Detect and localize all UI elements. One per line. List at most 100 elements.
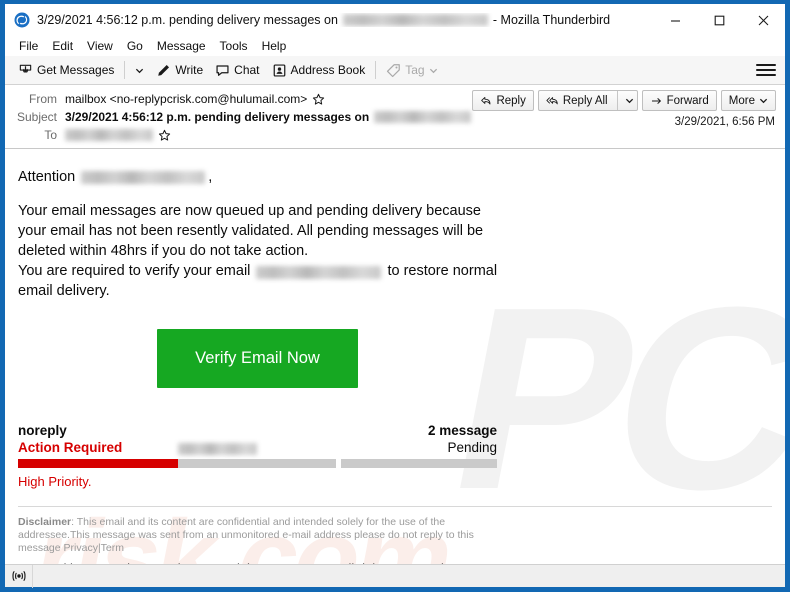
forward-button[interactable]: Forward	[641, 90, 717, 111]
disclaimer-label: Disclaimer	[18, 516, 72, 528]
menu-edit-label: Edit	[52, 39, 74, 53]
menu-file-label: File	[19, 39, 39, 53]
forward-arrow-icon	[651, 97, 661, 104]
chat-label: Chat	[234, 63, 260, 77]
star-icon-to[interactable]	[158, 129, 171, 142]
pending-label: Pending	[447, 440, 497, 455]
chevron-down-icon	[136, 68, 144, 73]
tag-icon	[386, 63, 401, 78]
address-book-icon	[272, 63, 287, 78]
greeting-comma: ,	[208, 169, 213, 185]
progress-bar-gray-2	[340, 459, 497, 468]
get-messages-button[interactable]: Get Messages	[12, 58, 120, 82]
menu-help[interactable]: Help	[255, 36, 294, 56]
message-body: PC risk.com Attention , Your email messa…	[5, 149, 785, 564]
paragraph-2-before: You are required to verify your email	[18, 263, 251, 279]
redacted-domain-status-wrap	[178, 439, 335, 456]
window-title: 3/29/2021 4:56:12 p.m. pending delivery …	[37, 13, 610, 27]
to-row: To	[5, 126, 785, 144]
high-priority-label: High Priority.	[18, 474, 92, 489]
watermark-pc: PC	[431, 254, 785, 544]
connection-status-cell[interactable]	[5, 564, 33, 588]
chevron-down-icon	[759, 98, 768, 104]
menu-edit[interactable]: Edit	[45, 36, 80, 56]
menu-file[interactable]: File	[12, 36, 45, 56]
subject-value-group: 3/29/2021 4:56:12 p.m. pending delivery …	[65, 110, 472, 124]
more-button[interactable]: More	[720, 90, 776, 111]
subject-label: Subject	[16, 110, 57, 124]
menu-go[interactable]: Go	[120, 36, 150, 56]
disclaimer-body: : This email and its content are confide…	[18, 516, 474, 554]
chevron-down-icon[interactable]	[625, 96, 634, 105]
forward-label: Forward	[666, 94, 709, 107]
write-button[interactable]: Write	[150, 58, 209, 82]
to-value-group	[65, 129, 171, 142]
to-label: To	[44, 128, 57, 142]
get-messages-dropdown[interactable]	[129, 58, 150, 82]
close-button[interactable]	[741, 4, 785, 36]
inbox-download-icon	[18, 63, 33, 78]
thunderbird-icon	[14, 12, 30, 28]
chat-bubble-icon	[215, 63, 230, 78]
menu-tools[interactable]: Tools	[213, 36, 255, 56]
from-address[interactable]: mailbox <no-replypcrisk.com@hulumail.com…	[65, 92, 307, 106]
get-messages-label: Get Messages	[37, 63, 115, 77]
star-icon-from[interactable]	[312, 93, 325, 106]
hamburger-menu-icon[interactable]	[756, 60, 776, 80]
menu-view[interactable]: View	[80, 36, 120, 56]
greeting-text: Attention	[18, 169, 76, 185]
menu-help-label: Help	[261, 39, 287, 53]
toolbar-divider-2	[375, 61, 377, 79]
redacted-recipient-greeting	[81, 170, 206, 184]
reply-icon	[481, 96, 491, 104]
footer-separator	[18, 506, 772, 507]
tag-button[interactable]: Tag	[380, 58, 443, 82]
tag-label: Tag	[405, 63, 425, 77]
action-required-label: Action Required	[18, 440, 123, 455]
status-column-domain	[178, 422, 336, 468]
disclaimer-text: Disclaimer: This email and its content a…	[5, 516, 495, 555]
redacted-domain-title	[342, 14, 488, 26]
chevron-down-icon	[429, 68, 437, 73]
status-column-count: 2 message Pending	[340, 422, 497, 468]
reply-button[interactable]: Reply	[472, 90, 534, 111]
window-title-suffix: - Mozilla Thunderbird	[492, 13, 611, 27]
email-paragraph: Your email messages are now queued up an…	[18, 201, 513, 301]
reply-all-button[interactable]: Reply All	[537, 90, 638, 111]
message-actions: Reply Reply All Forward More	[472, 90, 776, 111]
chat-button[interactable]: Chat	[209, 58, 265, 82]
progress-bar-gray-1	[178, 459, 336, 468]
address-book-button[interactable]: Address Book	[266, 58, 372, 82]
message-count: 2 message	[427, 423, 497, 438]
toolbar-divider-1	[124, 61, 126, 79]
message-date: 3/29/2021, 6:56 PM	[674, 116, 775, 128]
minimize-button[interactable]	[653, 4, 697, 36]
menu-tools-label: Tools	[219, 39, 248, 53]
redacted-recipient	[65, 129, 153, 141]
window-title-prefix: 3/29/2021 4:56:12 p.m. pending delivery …	[37, 13, 338, 27]
title-bar: 3/29/2021 4:56:12 p.m. pending delivery …	[5, 4, 785, 36]
main-toolbar: Get Messages Write Chat Address Book Tag	[5, 56, 785, 85]
menu-message-label: Message	[156, 39, 206, 53]
message-header: From mailbox <no-replypcrisk.com@hulumai…	[5, 85, 785, 149]
paragraph-1-text: Your email messages are now queued up an…	[18, 203, 484, 259]
redacted-email-inline	[256, 265, 382, 279]
email-content: Attention , Your email messages are now …	[5, 149, 785, 301]
more-label: More	[728, 94, 755, 107]
redacted-domain-status	[178, 443, 258, 456]
pencil-icon	[156, 63, 171, 78]
status-columns: noreply Action Required 2 message Pendin…	[18, 422, 497, 468]
reply-all-divider	[616, 91, 618, 110]
window-controls	[653, 4, 785, 36]
verify-email-button[interactable]: Verify Email Now	[157, 329, 358, 388]
delivery-status-block: noreply Action Required 2 message Pendin…	[5, 422, 497, 489]
status-column-sender: noreply Action Required	[18, 422, 179, 468]
thunderbird-window: 3/29/2021 4:56:12 p.m. pending delivery …	[0, 0, 790, 592]
cta-container: Verify Email Now	[5, 329, 785, 388]
maximize-button[interactable]	[697, 4, 741, 36]
menu-message[interactable]: Message	[150, 36, 213, 56]
greeting-line: Attention ,	[18, 167, 785, 187]
reply-label: Reply	[496, 94, 526, 107]
menu-view-label: View	[87, 39, 113, 53]
redacted-domain-subject	[374, 111, 472, 123]
